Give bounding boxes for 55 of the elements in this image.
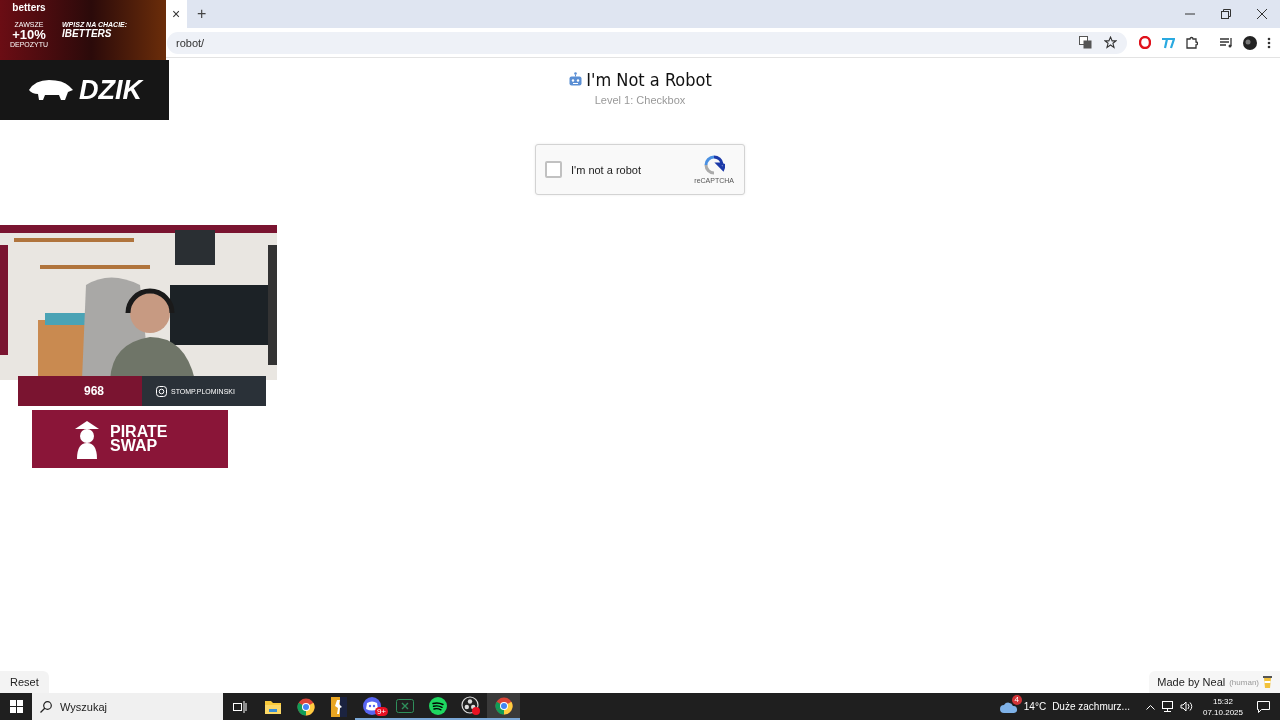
sponsor-name: DZIK (79, 74, 142, 106)
volume-icon[interactable] (1179, 701, 1193, 712)
chrome-icon (296, 697, 315, 716)
partner-name: PIRATE SWAP (110, 425, 169, 453)
instagram-icon (156, 385, 167, 397)
cloud-icon (999, 700, 1018, 713)
notifications-icon[interactable] (1257, 700, 1270, 713)
media-icon[interactable] (1220, 37, 1233, 48)
temperature: 14°C (1023, 701, 1047, 712)
translate-icon[interactable] (1079, 36, 1092, 49)
ad-promo: +10% (12, 28, 46, 41)
ad-brand: betters (12, 2, 46, 13)
spotify-icon (428, 696, 447, 715)
spreadsheet-icon (395, 698, 414, 713)
folder-icon (263, 698, 282, 715)
taskbar-app[interactable]: 9+ (355, 693, 388, 720)
profile-avatar[interactable] (1243, 35, 1257, 50)
taskbar-search-field[interactable]: Wyszukaj (32, 693, 223, 720)
task-view-icon[interactable] (232, 700, 247, 713)
extension-icon[interactable] (1161, 36, 1175, 49)
clock-time: 15:32 (1212, 695, 1233, 707)
captcha-label: I'm not a robot (571, 163, 642, 176)
notification-badge: 9+ (374, 707, 388, 716)
recaptcha-icon (703, 155, 726, 175)
clock-date: 07.10.2025 (1202, 706, 1243, 718)
channel-number: 968 (84, 384, 106, 398)
soldier-icon (330, 696, 347, 717)
taskbar-app[interactable] (487, 693, 520, 720)
tab-close-button[interactable]: × (165, 0, 187, 28)
menu-icon[interactable] (1267, 36, 1271, 49)
search-placeholder: Wyszukaj (60, 700, 107, 713)
weather-text: Duże zachmurz... (1052, 701, 1130, 712)
new-tab-button[interactable]: + (193, 5, 211, 23)
address-text: robot/ (176, 36, 206, 49)
credit-note: (human) (1229, 677, 1259, 687)
ad-code: IBETTERS (62, 28, 113, 39)
star-icon[interactable] (1104, 36, 1117, 49)
opera-icon[interactable] (1139, 36, 1151, 49)
page-title: I'm Not a Robot (586, 69, 712, 90)
weather-badge: 4 (1011, 694, 1022, 705)
puzzle-icon[interactable] (1185, 36, 1198, 49)
windows-start-icon[interactable] (9, 700, 23, 713)
robot-icon (568, 72, 584, 87)
address-bar[interactable]: robot/ (167, 31, 1127, 54)
chrome-icon (494, 696, 513, 715)
credit-text: Made by Neal (1157, 676, 1226, 688)
reset-button[interactable]: Reset (0, 671, 49, 693)
network-icon[interactable] (1160, 701, 1174, 712)
level-subtitle: Level 1: Checkbox (594, 94, 686, 106)
cup-icon (1263, 676, 1272, 688)
captcha-checkbox[interactable] (545, 161, 562, 178)
search-icon (40, 700, 52, 713)
caret-icon[interactable] (1145, 703, 1155, 710)
restore-icon[interactable] (1221, 9, 1231, 19)
close-icon[interactable] (1257, 9, 1267, 19)
